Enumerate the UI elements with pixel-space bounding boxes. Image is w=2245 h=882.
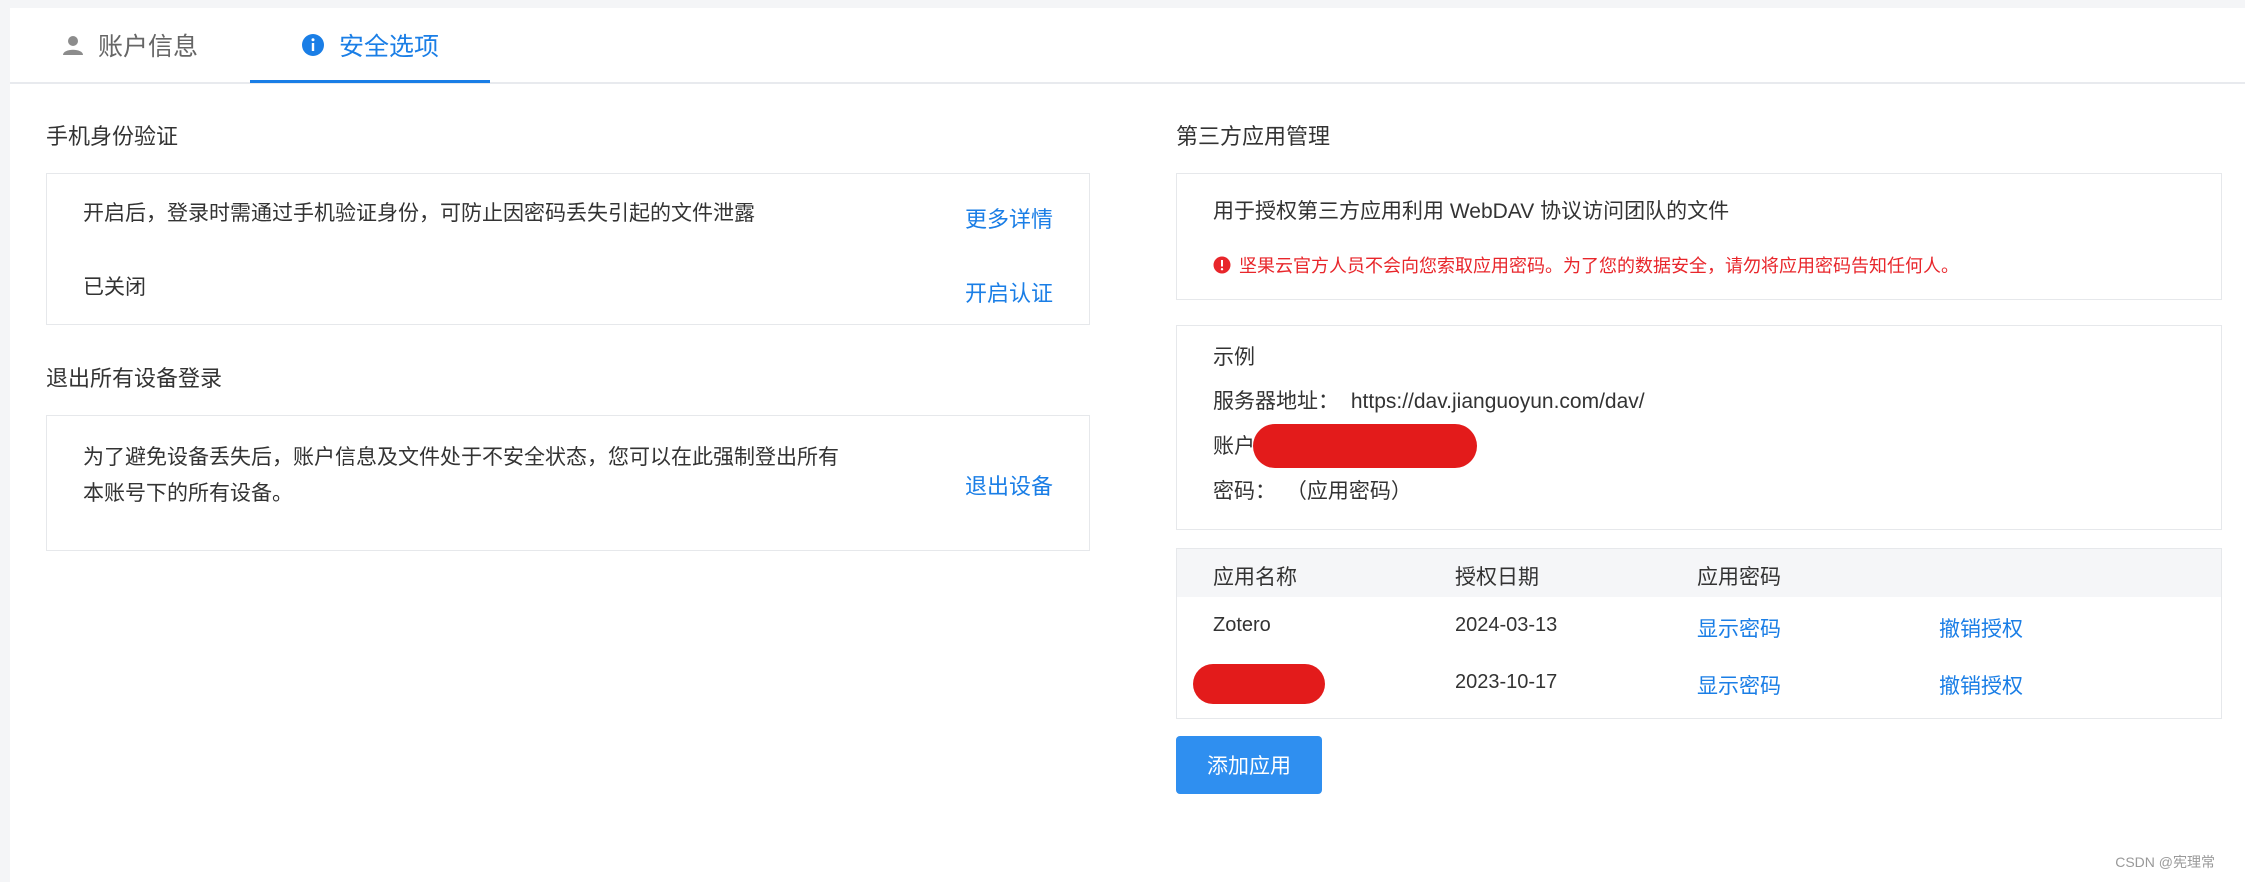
app-name-redaction (1193, 664, 1325, 704)
authorized-apps-table: 应用名称 授权日期 应用密码 Zotero 2024-03-13 显示密码 撤销… (1176, 548, 2222, 719)
show-password-link[interactable]: 显示密码 (1697, 613, 1781, 643)
table-header: 应用名称 授权日期 应用密码 (1177, 549, 2221, 597)
security-settings-page: 账户信息 安全选项 手机身份验证 开启后，登录时需通过手机验证身份，可防止因密码… (10, 8, 2245, 882)
password-value: （应用密码） (1285, 480, 1412, 503)
revoke-auth-link[interactable]: 撤销授权 (1939, 670, 2023, 700)
example-card: 示例 服务器地址： https://dav.jianguoyun.com/dav… (1176, 325, 2222, 530)
info-icon (301, 33, 325, 57)
phone-verify-title: 手机身份验证 (46, 124, 179, 149)
phone-verify-status: 已关闭 (83, 276, 146, 299)
add-app-button[interactable]: 添加应用 (1176, 736, 1322, 794)
tab-account-info-label: 账户信息 (97, 33, 198, 61)
third-party-info-card: 用于授权第三方应用利用 WebDAV 协议访问团队的文件 坚果云官方人员不会向您… (1176, 173, 2222, 300)
server-address-value: https://dav.jianguoyun.com/dav/ (1350, 390, 1645, 413)
phone-verify-description: 开启后，登录时需通过手机验证身份，可防止因密码丢失引起的文件泄露 (83, 202, 755, 225)
row-auth-date: 2024-03-13 (1455, 614, 1558, 636)
password-row: 密码： （应用密码） (1213, 474, 1412, 510)
logout-description-line1: 为了避免设备丢失后，账户信息及文件处于不安全状态，您可以在此强制登出所有 (83, 446, 839, 469)
third-party-description: 用于授权第三方应用利用 WebDAV 协议访问团队的文件 (1213, 200, 1730, 223)
header-app-name: 应用名称 (1213, 566, 1297, 589)
header-auth-date: 授权日期 (1455, 566, 1539, 589)
warning-icon (1213, 256, 1231, 274)
security-warning: 坚果云官方人员不会向您索取应用密码。为了您的数据安全，请勿将应用密码告知任何人。 (1213, 252, 1959, 278)
more-details-link[interactable]: 更多详情 (965, 202, 1053, 234)
tab-account-info[interactable]: 账户信息 (10, 8, 250, 82)
row-auth-date: 2023-10-17 (1455, 671, 1558, 693)
tab-bar: 账户信息 安全选项 (10, 8, 2245, 84)
server-address-row: 服务器地址： https://dav.jianguoyun.com/dav/ (1213, 384, 1645, 420)
security-warning-text: 坚果云官方人员不会向您索取应用密码。为了您的数据安全，请勿将应用密码告知任何人。 (1239, 256, 1959, 276)
row-app-name: Zotero (1213, 614, 1271, 636)
logout-all-card: 为了避免设备丢失后，账户信息及文件处于不安全状态，您可以在此强制登出所有 本账号… (46, 415, 1090, 551)
phone-verify-card: 开启后，登录时需通过手机验证身份，可防止因密码丢失引起的文件泄露 更多详情 已关… (46, 173, 1090, 325)
user-icon (62, 34, 84, 56)
third-party-title: 第三方应用管理 (1176, 124, 1331, 149)
tab-security-options-label: 安全选项 (338, 33, 439, 61)
logout-devices-link[interactable]: 退出设备 (965, 469, 1053, 501)
enable-verify-link[interactable]: 开启认证 (965, 276, 1053, 308)
password-label: 密码： (1213, 480, 1276, 503)
example-heading: 示例 (1213, 346, 1255, 369)
active-tab-indicator (250, 80, 490, 83)
server-address-label: 服务器地址： (1213, 390, 1339, 413)
account-redaction (1253, 424, 1477, 468)
logout-all-title: 退出所有设备登录 (46, 366, 223, 391)
header-app-password: 应用密码 (1697, 566, 1781, 589)
watermark: CSDN @宪理常 (2115, 854, 2215, 870)
account-label: 账户 (1213, 435, 1255, 458)
logout-description-line2: 本账号下的所有设备。 (83, 482, 293, 505)
show-password-link[interactable]: 显示密码 (1697, 670, 1781, 700)
revoke-auth-link[interactable]: 撤销授权 (1939, 613, 2023, 643)
tab-security-options[interactable]: 安全选项 (250, 8, 490, 82)
